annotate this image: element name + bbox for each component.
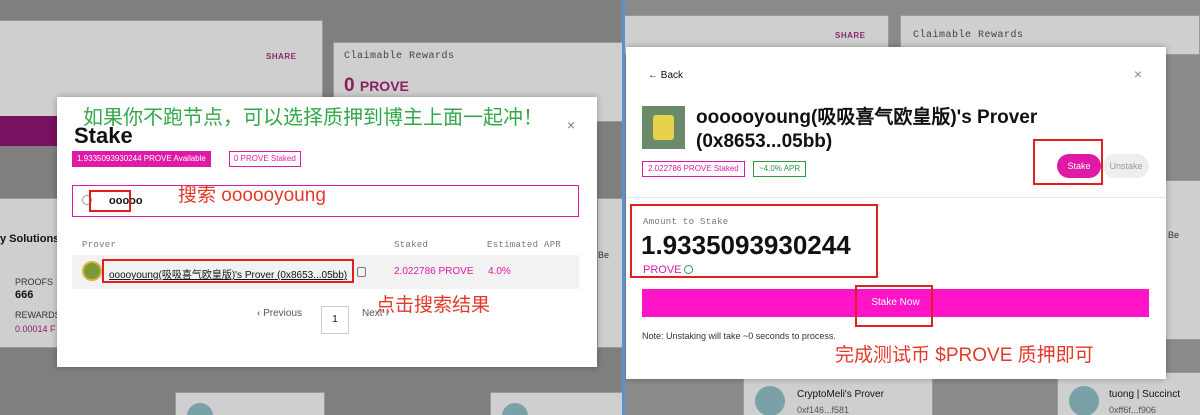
highlight-search-box	[89, 190, 131, 212]
stake-search-modal: Stake × 1.9335093930244 PROVE Available …	[57, 97, 597, 367]
column-header-apr: Estimated APR	[487, 240, 562, 250]
annotation-done-tip: 完成测试币 $PROVE 质押即可	[835, 345, 1094, 366]
annotation-stake-tip: 如果你不跑节点，可以选择质押到博主上面一起冲！	[83, 107, 543, 129]
staked-balance-badge: 0 PROVE Staked	[229, 151, 301, 167]
close-icon[interactable]: ×	[1134, 66, 1142, 82]
bg-solutions-text: y Solutions	[0, 233, 60, 245]
back-button[interactable]: ← Back	[648, 70, 683, 81]
bg-claimable-label-r: Claimable Rewards	[913, 30, 1024, 41]
bg-rewards-label: REWARDS	[15, 310, 61, 320]
bg-claimable-amount: 0 PROVE	[344, 75, 409, 97]
annotation-search-tip: 搜索 oooooyoung	[178, 185, 326, 206]
bg-rewards-value: 0.00014 F	[15, 324, 56, 334]
bg-prover-avatar-1	[755, 386, 785, 415]
divider-line	[626, 197, 1166, 198]
bg-card-mid-right	[597, 198, 622, 348]
bg-card-side-r	[1163, 180, 1200, 340]
highlight-result-box	[102, 259, 354, 283]
column-header-staked: Staked	[394, 240, 429, 250]
column-header-prover: Prover	[82, 240, 117, 250]
highlight-stake-now	[855, 285, 933, 327]
prover-staked-amount: 2.022786 PROVE	[394, 266, 474, 277]
highlight-amount	[630, 204, 878, 278]
sponge-avatar-icon	[653, 115, 674, 140]
bg-share-link-r: SHARE	[835, 31, 866, 40]
staked-amount-badge: 2.022786 PROVE Staked	[642, 161, 745, 177]
prover-avatar	[642, 106, 685, 149]
prover-apr: 4.0%	[488, 266, 511, 277]
apr-badge: ~4.0% APR	[753, 161, 807, 177]
bg-proofs-value: 666	[15, 289, 34, 301]
bg-right-edge-text-r: Be	[1168, 230, 1180, 240]
bg-prover-avatar-2	[1069, 386, 1099, 415]
unstake-note: Note: Unstaking will take ~0 seconds to …	[642, 331, 836, 341]
available-balance-badge: 1.9335093930244 PROVE Available	[72, 151, 211, 167]
prover-avatar	[82, 261, 102, 281]
highlight-stake-tab	[1033, 139, 1103, 185]
close-icon[interactable]: ×	[567, 117, 575, 133]
prover-title: oooooyoung(吸吸喜气欧皇版)'s Prover (0x8653...0…	[696, 107, 1038, 152]
previous-page-button[interactable]: ‹ Previous	[257, 308, 302, 319]
bg-prover-addr-1: 0xf146...f581	[797, 405, 850, 415]
bg-claimable-label: Claimable Rewards	[344, 51, 455, 62]
bg-pink-bar	[0, 116, 58, 146]
current-page-number[interactable]: 1	[321, 306, 349, 334]
bg-prover-name-2: tuong | Succinct	[1109, 389, 1180, 400]
bg-prover-name-1: CryptoMeli's Prover	[797, 389, 884, 400]
bg-claimable-number: 0	[344, 75, 355, 96]
right-screenshot: SHARE Claimable Rewards Be CryptoMeli's …	[625, 0, 1200, 415]
bg-right-edge-text: Be	[598, 250, 610, 260]
bg-claimable-unit: PROVE	[359, 78, 409, 94]
copy-icon[interactable]	[357, 267, 366, 277]
bg-proofs-label: PROOFS	[15, 277, 54, 287]
bg-prover-addr-2: 0xff6f...f906	[1109, 405, 1156, 415]
left-screenshot: SHARE Claimable Rewards 0 PROVE y Soluti…	[0, 0, 622, 415]
bg-share-link: SHARE	[266, 52, 297, 61]
annotation-click-tip: 点击搜索结果	[376, 295, 491, 316]
unstake-tab-button[interactable]: Unstake	[1103, 154, 1149, 178]
